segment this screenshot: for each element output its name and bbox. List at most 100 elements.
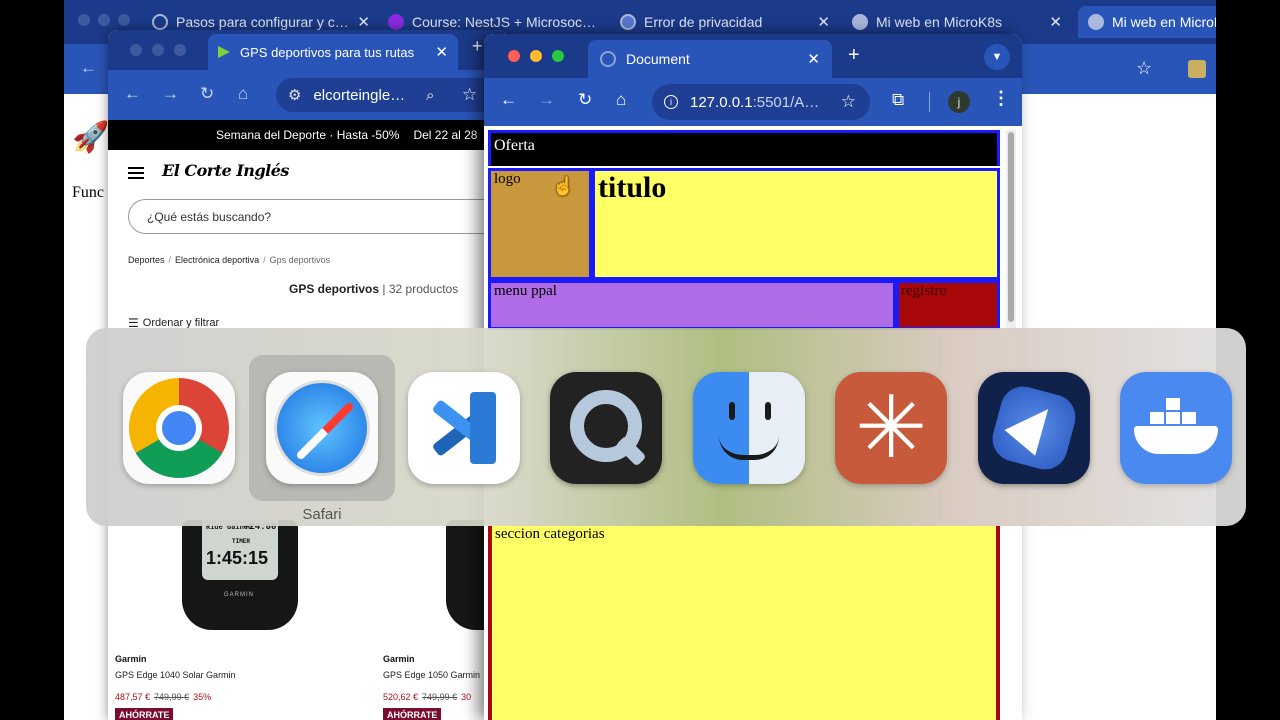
address-bar[interactable]: i 127.0.0.1:5501/A… ☆	[652, 84, 870, 120]
tab-title: Pasos para configurar y c…	[176, 14, 349, 30]
close-icon[interactable]: ✕	[807, 50, 820, 68]
url-host: 127.0.0.1	[690, 93, 753, 111]
mid-tab-bar: GPS deportivos para tus rutas ✕ +	[108, 30, 508, 70]
front-tab-bar: Document ✕ + ▼	[484, 34, 1022, 78]
github-icon	[852, 14, 868, 30]
window-minimize-dot[interactable]	[152, 44, 164, 56]
promo-banner[interactable]: Semana del Deporte · Hasta -50% Del 22 a…	[108, 120, 508, 150]
breadcrumb-link[interactable]: Electrónica deportiva	[175, 255, 259, 265]
window-zoom-dot[interactable]	[552, 50, 564, 62]
promo-date: Del 22 al 28	[413, 128, 478, 142]
site-logo[interactable]: El Corte Inglés	[162, 161, 289, 180]
desktop: Pasos para configurar y c… ✕ Course: Nes…	[0, 0, 1280, 720]
bookmark-star-icon[interactable]: ☆	[841, 92, 856, 112]
close-icon[interactable]: ✕	[809, 13, 830, 31]
scrollbar[interactable]	[1006, 130, 1016, 330]
info-icon[interactable]: i	[664, 95, 678, 109]
mid-toolbar: ← → ↻ ⌂ ⚙ elcorteingle… ⌕ ☆	[108, 70, 508, 120]
docker-app-icon[interactable]	[1120, 372, 1232, 484]
flag-icon	[218, 46, 230, 58]
close-icon[interactable]: ✕	[596, 13, 598, 31]
discount-badge: AHÓRRATE	[115, 708, 174, 720]
course-icon	[388, 14, 404, 30]
home-icon[interactable]: ⌂	[238, 84, 248, 104]
more-menu-icon[interactable]: ⋮	[992, 88, 1010, 109]
product-name[interactable]: GPS Edge 1040 Solar Garmin	[115, 670, 236, 680]
site-header: El Corte Inglés	[108, 150, 508, 194]
selected-app-label: Safari	[302, 506, 342, 523]
reload-icon[interactable]: ↻	[200, 84, 214, 104]
chevron-down-icon[interactable]: ▼	[984, 44, 1010, 70]
window-minimize-dot[interactable]	[98, 14, 110, 26]
bookmark-star-icon[interactable]: ☆	[462, 85, 477, 105]
block-menu-ppal: menu ppal	[488, 280, 896, 330]
page-text: Func	[72, 184, 104, 201]
promo-text: Semana del Deporte · Hasta -50%	[216, 128, 400, 142]
rocket-icon: 🚀	[72, 121, 110, 154]
close-icon[interactable]: ✕	[1041, 13, 1062, 31]
tab-document[interactable]: Document ✕	[588, 40, 832, 78]
forward-arrow-icon[interactable]: →	[162, 84, 179, 104]
product-price: 520,62 €749,99 €30	[383, 692, 472, 702]
window-zoom-dot[interactable]	[118, 14, 130, 26]
new-tab-icon[interactable]: +	[848, 44, 860, 67]
breadcrumb-link[interactable]: Deportes	[128, 255, 165, 265]
app-switcher: ✳ Safari	[86, 328, 1246, 526]
front-toolbar: ← → ↻ ⌂ i 127.0.0.1:5501/A… ☆ ⧉ j ⋮	[484, 78, 1022, 126]
new-tab-icon[interactable]: +	[472, 36, 483, 57]
product-card[interactable]: Ride Gained +24:00 TIMER 1:45:15 GARMIN …	[108, 520, 308, 720]
vscode-app-icon[interactable]	[408, 372, 520, 484]
back-arrow-icon[interactable]: ←	[500, 90, 517, 110]
window-close-dot[interactable]	[508, 50, 520, 62]
extension-icon[interactable]	[1188, 60, 1206, 78]
tab-title: Course: NestJS + Microsoc…	[412, 14, 596, 30]
claude-app-icon[interactable]: ✳	[835, 372, 947, 484]
product-brand: Garmin	[115, 654, 147, 664]
discount-badge: AHÓRRATE	[383, 708, 442, 720]
results-title: GPS deportivos | 32 productos	[289, 282, 459, 296]
loading-ring-icon	[152, 14, 168, 30]
block-registro: registro	[896, 280, 1000, 330]
window-minimize-dot[interactable]	[530, 50, 542, 62]
product-name[interactable]: GPS Edge 1050 Garmin	[383, 670, 480, 680]
search-input[interactable]: ¿Qué estás buscando?	[128, 199, 508, 234]
block-titulo: titulo	[592, 168, 1000, 280]
chrome-app-icon[interactable]	[123, 372, 235, 484]
hamburger-menu-icon[interactable]	[128, 167, 144, 179]
block-seccion-categorias: seccion categorias	[488, 526, 1000, 720]
category-name: GPS deportivos	[289, 282, 380, 296]
breadcrumb-current: Gps deportivos	[269, 255, 331, 265]
back-arrow-icon[interactable]: ←	[80, 58, 97, 78]
results-count: 32 productos	[388, 282, 459, 296]
tab-mi-web-microk8s-active[interactable]: Mi web en MicroK	[1078, 6, 1216, 38]
back-arrow-icon[interactable]: ←	[124, 84, 141, 104]
search-placeholder: ¿Qué estás buscando?	[147, 209, 272, 224]
hand-cursor-icon: ☝	[552, 176, 575, 196]
reload-icon[interactable]: ↻	[578, 90, 592, 110]
product-price: 487,57 €749,99 €35%	[115, 692, 212, 702]
globe-icon	[600, 51, 616, 67]
close-icon[interactable]: ✕	[427, 43, 448, 61]
window-close-dot[interactable]	[78, 14, 90, 26]
bookmark-star-icon[interactable]: ☆	[1136, 58, 1152, 79]
address-bar[interactable]: ⚙ elcorteingle… ⌕ ☆	[276, 78, 508, 112]
zoom-icon[interactable]: ⌕	[426, 87, 434, 104]
safari-app-icon[interactable]	[266, 372, 378, 484]
tab-title: Mi web en MicroK	[1112, 14, 1216, 30]
site-settings-icon[interactable]: ⚙	[288, 86, 301, 104]
home-icon[interactable]: ⌂	[616, 90, 626, 110]
tab-gps-deportivos[interactable]: GPS deportivos para tus rutas ✕	[208, 34, 458, 70]
extensions-icon[interactable]: ⧉	[892, 90, 904, 110]
github-icon	[1088, 14, 1104, 30]
testflight-app-icon[interactable]	[978, 372, 1090, 484]
quicktime-app-icon[interactable]	[550, 372, 662, 484]
finder-app-icon[interactable]	[693, 372, 805, 484]
window-close-dot[interactable]	[130, 44, 142, 56]
forward-arrow-icon[interactable]: →	[538, 90, 555, 110]
profile-avatar[interactable]: j	[948, 91, 970, 113]
window-zoom-dot[interactable]	[174, 44, 186, 56]
device-screen: Ride Gained +24:00 TIMER 1:45:15	[202, 520, 278, 580]
breadcrumb: Deportes / Electrónica deportiva / Gps depor…	[128, 255, 331, 265]
close-icon[interactable]: ✕	[349, 13, 370, 31]
scrollbar-thumb[interactable]	[1008, 132, 1014, 322]
